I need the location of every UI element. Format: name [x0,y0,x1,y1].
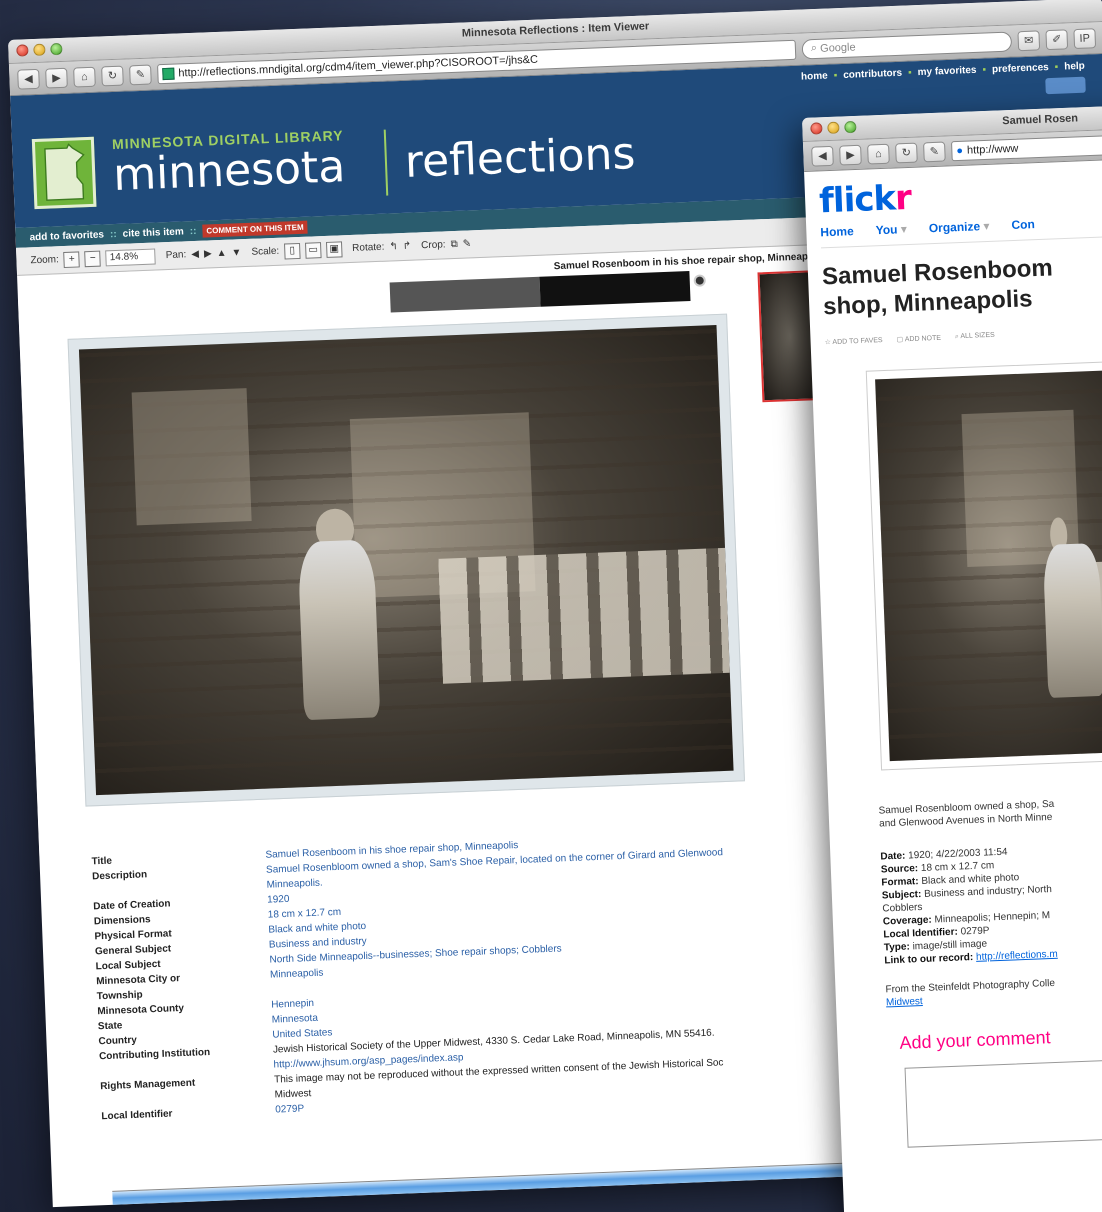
forward-icon[interactable]: ▶ [839,144,862,166]
link-my-favorites[interactable]: my favorites [917,65,976,78]
link-help[interactable]: help [1064,61,1085,73]
evernote-icon[interactable]: ✎ [129,64,152,85]
minnesota-map-icon [31,136,97,210]
search-input[interactable]: ⌕ Google [801,30,1013,60]
flickr-meta-key: Subject: [881,888,922,902]
all-sizes-label: ALL SIZES [960,331,995,341]
photo-description: Samuel Rosenbloom owned a shop, Sa and G… [827,759,1102,832]
edit-icon[interactable]: ✐ [1045,28,1069,50]
add-to-favorites-link[interactable]: add to favorites [29,229,104,243]
flickr-logo[interactable]: flickr [818,169,1102,221]
add-note-label: ADD NOTE [904,334,942,344]
cite-item-link[interactable]: cite this item [122,226,184,239]
reload-icon[interactable]: ↻ [895,142,918,163]
forward-icon[interactable]: ▶ [45,67,68,89]
evernote-icon[interactable]: ✎ [923,141,946,162]
zoom-label: Zoom: [30,254,60,267]
site-favicon-icon [162,67,175,80]
minimize-window-button[interactable] [827,121,840,135]
fit-page-icon[interactable]: ▯ [283,242,301,260]
link-home[interactable]: home [801,71,828,83]
mail-icon[interactable]: ✉ [1017,29,1041,51]
add-to-faves-button[interactable]: ☆ ADD TO FAVES [824,336,883,346]
rotate-right-icon[interactable]: ↱ [403,241,412,252]
nav-you-label: You [875,222,898,238]
nav-organize-label: Organize [928,219,981,236]
logo-minnesota: minnesota [112,141,347,202]
flickr-window: Samuel Rosen ◀ ▶ ⌂ ↻ ✎ ● http://www flic… [802,104,1102,1212]
all-sizes-button[interactable]: ⌕ ALL SIZES [955,332,995,342]
action-separator: :: [189,225,197,237]
flickr-header: flickr Home You ▾ Organize ▾ Con [804,159,1102,249]
logo-divider [383,129,389,196]
zoom-value[interactable]: 14.8% [105,247,157,266]
fit-window-icon[interactable]: ▣ [325,240,343,258]
flickr-photo-frame [865,359,1102,771]
flickr-meta-key: Coverage: [882,914,933,928]
flickr-meta-value: Cobblers [882,901,923,915]
nav-organize[interactable]: Organize ▾ [929,219,990,235]
chevron-down-icon: ▾ [983,218,990,234]
rotate-left-icon[interactable]: ↰ [389,241,398,252]
url-field[interactable]: ● http://www [950,133,1102,161]
pan-right-icon[interactable]: ▶ [204,248,212,259]
reload-icon[interactable]: ↻ [101,65,124,86]
shoe-shop-photo[interactable] [78,325,734,796]
home-icon[interactable]: ⌂ [867,143,890,165]
logo-reflections: reflections [404,128,637,188]
home-icon[interactable]: ⌂ [73,66,96,88]
shoe-shop-photo[interactable] [875,368,1102,762]
url-text: http://reflections.mndigital.org/cdm4/it… [178,53,539,79]
nav-contacts[interactable]: Con [1011,217,1035,232]
window-title: Samuel Rosen [1002,112,1079,128]
zoom-in-icon[interactable]: + [63,250,81,268]
pencil-icon[interactable]: ✎ [463,238,472,249]
top-links: home ▪ contributors ▪ my favorites ▪ prefer… [800,60,1086,83]
nav-you[interactable]: You ▾ [875,222,907,237]
search-placeholder: Google [819,40,856,55]
flickr-meta-key: Link to our record: [884,952,974,967]
zoom-window-button[interactable] [844,120,857,134]
flickr-meta-key: Format: [881,876,919,889]
photo-metadata: Date: 1920; 4/22/2003 11:54 Source: 18 cm… [829,819,1102,969]
logo-part-a: flick [818,178,896,222]
chevron-down-icon: ▾ [900,222,908,237]
flickr-meta-key: Source: [880,863,919,876]
flickr-meta-value: 0279P [960,925,990,938]
crop-icon[interactable]: ⧉ [450,239,458,250]
rotate-label: Rotate: [351,241,385,254]
add-to-faves-label: ADD TO FAVES [832,337,883,346]
search-icon: ⌕ [810,41,821,55]
pan-down-icon[interactable]: ▼ [231,247,241,258]
comment-textarea[interactable] [904,1057,1102,1148]
link-contributors[interactable]: contributors [843,68,902,81]
back-icon[interactable]: ◀ [17,68,40,90]
flickr-meta-key: Date: [880,850,906,863]
action-separator: :: [109,228,117,240]
close-window-button[interactable] [810,122,823,135]
fit-width-icon[interactable]: ▭ [304,241,322,259]
flickr-favicon-icon: ● [956,144,964,157]
pan-label: Pan: [165,249,187,262]
scroll-indicator[interactable] [693,274,706,287]
add-note-button[interactable]: ▢ ADD NOTE [896,334,941,344]
new-search-button[interactable] [1045,76,1086,95]
logo-part-b: r [894,177,912,219]
crop-label: Crop: [420,239,446,252]
photo-title: Samuel Rosenboom shop, Minneapolis [807,236,1102,323]
flickr-meta-key: Type: [883,941,911,954]
comment-button[interactable]: COMMENT ON THIS ITEM [202,220,308,238]
window-controls [810,120,857,135]
link-preferences[interactable]: preferences [992,62,1049,75]
photo-frame [67,313,745,807]
back-icon[interactable]: ◀ [811,145,834,167]
ip-icon[interactable]: IP [1073,27,1097,49]
scale-label: Scale: [251,245,280,258]
zoom-out-icon[interactable]: − [84,250,102,267]
pan-up-icon[interactable]: ▲ [216,248,226,259]
nav-home[interactable]: Home [820,224,854,239]
url-text: http://www [966,142,1019,157]
pan-left-icon[interactable]: ◀ [191,249,199,260]
flickr-meta-value[interactable]: http://reflections.m [976,949,1058,963]
